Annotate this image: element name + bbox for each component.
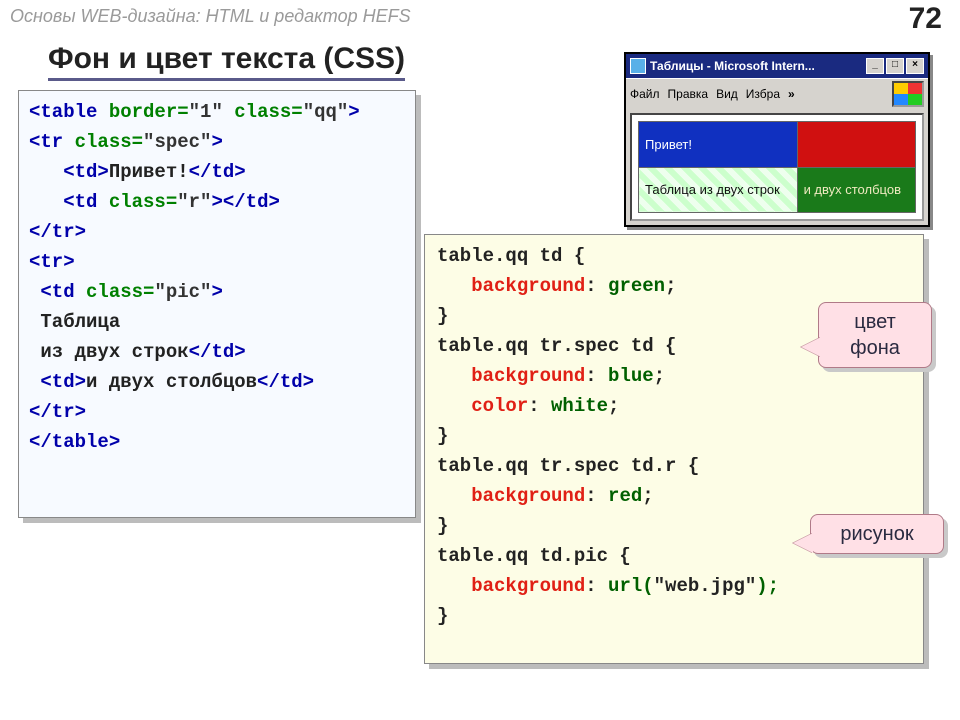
callout-line: цвет — [833, 309, 917, 335]
callout-bg-color: цвет фона — [818, 302, 932, 368]
html-code: <table border="1" class="qq"> <tr class=… — [29, 97, 405, 457]
callout-line: фона — [833, 335, 917, 361]
browser-titlebar[interactable]: Таблицы - Microsoft Intern... _ □ × — [626, 54, 928, 78]
close-button[interactable]: × — [906, 58, 924, 74]
css-code: table.qq td { background: green; } table… — [437, 241, 911, 631]
menu-overflow-icon[interactable]: » — [788, 87, 795, 101]
callout-tail-icon — [801, 337, 821, 357]
browser-window: Таблицы - Microsoft Intern... _ □ × Файл… — [624, 52, 930, 227]
minimize-button[interactable]: _ — [866, 58, 884, 74]
callout-text: рисунок — [840, 523, 913, 545]
css-code-box: table.qq td { background: green; } table… — [424, 234, 924, 664]
callout-bg-image: рисунок — [810, 514, 944, 554]
page-number: 72 — [909, 2, 942, 36]
table-row: Привет! — [639, 122, 916, 168]
cell-hello: Привет! — [639, 122, 798, 168]
cell-red — [797, 122, 915, 168]
menu-file[interactable]: Файл — [630, 87, 660, 101]
table-row: Таблица из двух строк и двух столбцов — [639, 167, 916, 213]
ie-icon — [630, 58, 646, 74]
menu-view[interactable]: Вид — [716, 87, 738, 101]
ms-flag-icon — [892, 81, 924, 107]
cell-green: и двух столбцов — [797, 167, 915, 213]
menu-edit[interactable]: Правка — [668, 87, 709, 101]
course-header: Основы WEB-дизайна: HTML и редактор HEFS — [10, 6, 411, 27]
browser-menubar: Файл Правка Вид Избра » — [626, 78, 928, 109]
html-code-box: <table border="1" class="qq"> <tr class=… — [18, 90, 416, 518]
slide-title: Фон и цвет текста (CSS) — [48, 42, 405, 81]
demo-table: Привет! Таблица из двух строк и двух сто… — [638, 121, 916, 213]
callout-tail-icon — [793, 533, 813, 553]
menu-favorites[interactable]: Избра — [746, 87, 780, 101]
cell-pic: Таблица из двух строк — [639, 167, 798, 213]
maximize-button[interactable]: □ — [886, 58, 904, 74]
browser-content: Привет! Таблица из двух строк и двух сто… — [630, 113, 924, 221]
browser-title: Таблицы - Microsoft Intern... — [650, 59, 864, 73]
